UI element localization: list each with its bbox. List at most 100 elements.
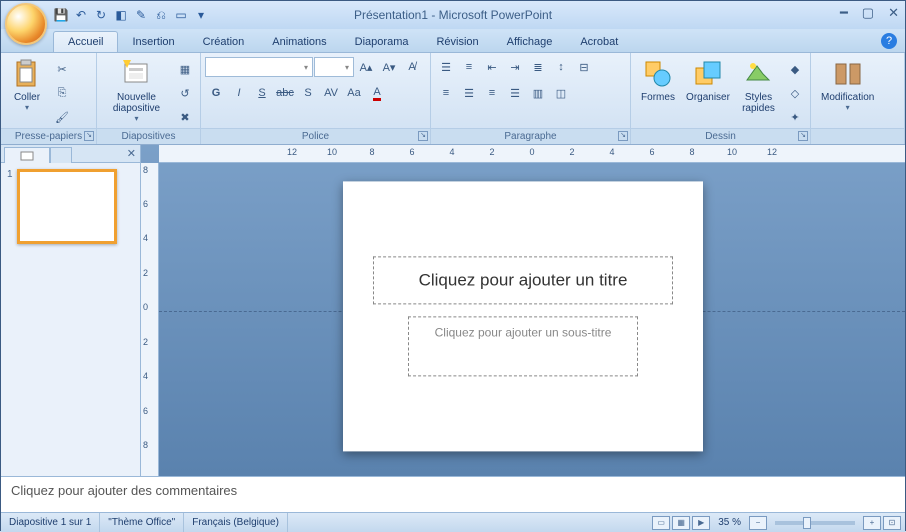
shrink-font-icon[interactable]: A▾ (378, 56, 400, 78)
find-icon (832, 58, 864, 90)
zoom-slider[interactable] (775, 521, 855, 525)
shapes-button[interactable]: Formes (635, 56, 681, 105)
drawing-launcher[interactable]: ↘ (798, 131, 808, 141)
clipboard-icon (11, 58, 43, 90)
justify-icon[interactable]: ☰ (504, 82, 526, 104)
shape-fill-icon[interactable]: ◆ (784, 58, 806, 80)
text-direction-icon[interactable]: ↕ (550, 56, 572, 78)
tab-animations[interactable]: Animations (258, 32, 340, 52)
zoom-level[interactable]: 35 % (712, 517, 747, 528)
maximize-button[interactable]: ▢ (862, 5, 874, 21)
paste-button[interactable]: Coller ▾ (5, 56, 49, 114)
office-button[interactable] (5, 3, 47, 45)
tab-affichage[interactable]: Affichage (493, 32, 567, 52)
normal-view-button[interactable]: ▭ (652, 516, 670, 530)
convert-smartart-icon[interactable]: ◫ (550, 82, 572, 104)
qat-more-icon[interactable]: ▾ (193, 7, 209, 23)
char-spacing-icon[interactable]: AV (320, 82, 342, 104)
group-slides: Nouvelle diapositive ▾ ▦ ↺ ✖ Diapositive… (97, 53, 201, 144)
decrease-indent-icon[interactable]: ⇤ (481, 56, 503, 78)
close-button[interactable]: ✕ (888, 5, 899, 21)
bold-button[interactable]: G (205, 82, 227, 104)
fit-window-button[interactable]: ⊡ (883, 516, 901, 530)
reset-icon[interactable]: ↺ (174, 82, 196, 104)
slideshow-button[interactable]: ▶ (692, 516, 710, 530)
tab-diaporama[interactable]: Diaporama (341, 32, 423, 52)
bullets-icon[interactable]: ☰ (435, 56, 457, 78)
slides-tab[interactable] (4, 147, 50, 163)
grow-font-icon[interactable]: A▴ (355, 56, 377, 78)
font-size-combo[interactable]: ▾ (314, 57, 354, 77)
underline-button[interactable]: S (251, 82, 273, 104)
window-controls: ━ ▢ ✕ (840, 5, 899, 21)
tab-acrobat[interactable]: Acrobat (566, 32, 632, 52)
change-case-icon[interactable]: Aa (343, 82, 365, 104)
tab-creation[interactable]: Création (189, 32, 259, 52)
tab-insertion[interactable]: Insertion (118, 32, 188, 52)
panel-close-icon[interactable]: ✕ (127, 147, 136, 160)
zoom-out-button[interactable]: − (749, 516, 767, 530)
title-placeholder[interactable]: Cliquez pour ajouter un titre (373, 256, 673, 304)
strike-button[interactable]: abc (274, 82, 296, 104)
columns-icon[interactable]: ▥ (527, 82, 549, 104)
align-center-icon[interactable]: ☰ (458, 82, 480, 104)
arrange-button[interactable]: Organiser (683, 56, 733, 105)
align-text-icon[interactable]: ⊟ (573, 56, 595, 78)
font-launcher[interactable]: ↘ (418, 131, 428, 141)
line-spacing-icon[interactable]: ≣ (527, 56, 549, 78)
status-slide[interactable]: Diapositive 1 sur 1 (1, 513, 100, 532)
font-name-combo[interactable]: ▾ (205, 57, 313, 77)
subtitle-placeholder[interactable]: Cliquez pour ajouter un sous-titre (408, 316, 638, 376)
slide-thumbnail-1[interactable] (17, 169, 117, 244)
outline-tab[interactable] (50, 147, 72, 163)
work-area: ✕ 1 12 10 8 6 4 2 0 2 4 6 8 10 (1, 145, 905, 476)
group-label-paragraph: Paragraphe↘ (431, 128, 630, 144)
shape-effects-icon[interactable]: ✦ (784, 106, 806, 128)
horizontal-ruler[interactable]: 12 10 8 6 4 2 0 2 4 6 8 10 12 (159, 145, 905, 163)
quick-access-toolbar: 💾 ↶ ↻ ◧ ✎ ⎌ ▭ ▾ (53, 7, 209, 23)
status-theme[interactable]: "Thème Office" (100, 513, 184, 532)
zoom-knob[interactable] (803, 517, 811, 529)
increase-indent-icon[interactable]: ⇥ (504, 56, 526, 78)
title-bar: 💾 ↶ ↻ ◧ ✎ ⎌ ▭ ▾ Présentation1 - Microsof… (1, 1, 905, 29)
new-slide-button[interactable]: Nouvelle diapositive ▾ (101, 56, 172, 125)
shadow-button[interactable]: S (297, 82, 319, 104)
align-left-icon[interactable]: ≡ (435, 82, 457, 104)
vertical-ruler[interactable]: 8 6 4 2 0 2 4 6 8 (141, 163, 159, 476)
tab-accueil[interactable]: Accueil (53, 31, 118, 52)
minimize-button[interactable]: ━ (840, 5, 848, 21)
undo-icon[interactable]: ↶ (73, 7, 89, 23)
qat-icon-4[interactable]: ▭ (173, 7, 189, 23)
notes-pane[interactable]: Cliquez pour ajouter des commentaires (1, 476, 905, 512)
sorter-view-button[interactable]: ▦ (672, 516, 690, 530)
tab-revision[interactable]: Révision (422, 32, 492, 52)
qat-icon-1[interactable]: ◧ (113, 7, 129, 23)
format-painter-icon[interactable]: 🖌 (51, 106, 73, 128)
delete-slide-icon[interactable]: ✖ (174, 106, 196, 128)
layout-icon[interactable]: ▦ (174, 58, 196, 80)
zoom-in-button[interactable]: + (863, 516, 881, 530)
clear-format-icon[interactable]: A̸ (401, 56, 423, 78)
numbering-icon[interactable]: ≡ (458, 56, 480, 78)
cut-icon[interactable]: ✂ (51, 58, 73, 80)
quick-styles-button[interactable]: Styles rapides (735, 56, 782, 116)
redo-icon[interactable]: ↻ (93, 7, 109, 23)
qat-icon-3[interactable]: ⎌ (153, 7, 169, 23)
copy-icon[interactable]: ⎘ (51, 82, 73, 104)
qat-icon-2[interactable]: ✎ (133, 7, 149, 23)
view-controls: ▭ ▦ ▶ 35 % − + ⊡ (652, 516, 905, 530)
italic-button[interactable]: I (228, 82, 250, 104)
slide-editor: 12 10 8 6 4 2 0 2 4 6 8 10 12 8 6 4 2 0 (141, 145, 905, 476)
status-language[interactable]: Français (Belgique) (184, 513, 288, 532)
shape-outline-icon[interactable]: ◇ (784, 82, 806, 104)
help-button[interactable]: ? (881, 33, 897, 49)
clipboard-launcher[interactable]: ↘ (84, 131, 94, 141)
font-color-icon[interactable]: A (366, 82, 388, 104)
save-icon[interactable]: 💾 (53, 7, 69, 23)
group-label-slides: Diapositives (97, 128, 200, 144)
paragraph-launcher[interactable]: ↘ (618, 131, 628, 141)
group-clipboard: Coller ▾ ✂ ⎘ 🖌 Presse-papiers↘ (1, 53, 97, 144)
align-right-icon[interactable]: ≡ (481, 82, 503, 104)
slide-canvas[interactable]: Cliquez pour ajouter un titre Cliquez po… (343, 181, 703, 451)
editing-button[interactable]: Modification ▾ (815, 56, 880, 114)
